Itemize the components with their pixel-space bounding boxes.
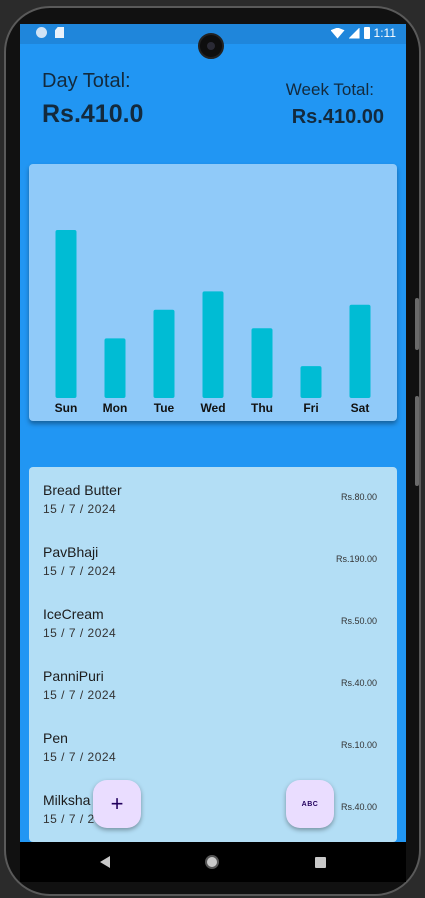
transaction-date: 15 / 7 / 2024: [43, 688, 117, 702]
transaction-amount: Rs.50.00: [340, 616, 377, 626]
bar-tue: [153, 309, 175, 398]
day-total-value: Rs.410.0: [42, 100, 144, 128]
transaction-list: Bread Butter 15 / 7 / 2024 Rs.80.00 PavBhaj…: [29, 467, 397, 842]
bar-fri: [300, 366, 322, 398]
day-label-sat: Sat: [351, 401, 370, 415]
transaction-date: 15 / 7 / 2024: [43, 502, 117, 516]
week-total-value: Rs.410.00: [291, 106, 384, 128]
bar-sat: [349, 304, 371, 398]
transaction-item[interactable]: Pen 15 / 7 / 2024 Rs.10.00: [29, 730, 397, 792]
transaction-amount: Rs.80.00: [340, 492, 377, 502]
add-transaction-button[interactable]: +: [93, 780, 141, 828]
battery-icon: [363, 27, 370, 39]
bar-wed: [202, 291, 224, 398]
transaction-amount: Rs.40.00: [340, 802, 377, 812]
bar-sun: [55, 230, 77, 398]
transaction-item[interactable]: PanniPuri 15 / 7 / 2024 Rs.40.00: [29, 668, 397, 730]
bar-mon: [104, 338, 126, 398]
weekly-chart-card: Sun Mon Tue Wed Thu Fri Sat: [29, 164, 397, 421]
transaction-item[interactable]: IceCream 15 / 7 / 2024 Rs.50.00: [29, 606, 397, 668]
day-label-thu: Thu: [251, 401, 273, 415]
sd-card-icon: [55, 27, 64, 38]
transaction-item[interactable]: Bread Butter 15 / 7 / 2024 Rs.80.00: [29, 482, 397, 544]
signal-icon: [348, 27, 360, 39]
back-icon[interactable]: [100, 856, 110, 868]
abc-button[interactable]: ABC: [286, 780, 334, 828]
weekly-bar-chart: Sun Mon Tue Wed Thu Fri Sat: [55, 230, 371, 415]
transaction-name: Pen: [43, 730, 68, 746]
transaction-name: IceCream: [43, 606, 104, 622]
transaction-item[interactable]: Milksha 15 / 7 / 2024 Rs.40.00: [29, 792, 397, 842]
transaction-item[interactable]: PavBhaji 15 / 7 / 2024 Rs.190.00: [29, 544, 397, 606]
volume-button: [415, 396, 419, 486]
status-time: 1:11: [373, 26, 396, 40]
day-label-fri: Fri: [303, 401, 318, 415]
app-screen: 1:11 Day Total: Rs.410.0 Week Total: Rs.…: [20, 24, 406, 842]
transaction-amount: Rs.40.00: [340, 678, 377, 688]
week-total-label: Week Total:: [285, 80, 374, 99]
home-icon[interactable]: [205, 855, 219, 869]
day-label-sun: Sun: [55, 401, 78, 415]
bar-thu: [251, 328, 273, 398]
wifi-icon: [330, 27, 345, 39]
transaction-date: 15 / 7 / 2024: [43, 626, 117, 640]
notification-dot-icon: [36, 27, 47, 38]
transaction-amount: Rs.10.00: [340, 740, 377, 750]
day-label-tue: Tue: [154, 401, 175, 415]
day-label-mon: Mon: [103, 401, 128, 415]
transaction-date: 15 / 7 / 2024: [43, 750, 117, 764]
transaction-name: Milksha: [43, 792, 91, 808]
transaction-amount: Rs.190.00: [335, 554, 377, 564]
transaction-name: Bread Butter: [43, 482, 122, 498]
transaction-name: PavBhaji: [43, 544, 99, 560]
front-camera: [198, 33, 224, 59]
day-label-wed: Wed: [200, 401, 225, 415]
recents-icon[interactable]: [315, 857, 326, 868]
day-total-label: Day Total:: [42, 70, 131, 92]
power-button: [415, 298, 419, 350]
transaction-date: 15 / 7 / 2024: [43, 564, 117, 578]
navigation-bar: [20, 842, 406, 882]
transaction-name: PanniPuri: [43, 668, 104, 684]
